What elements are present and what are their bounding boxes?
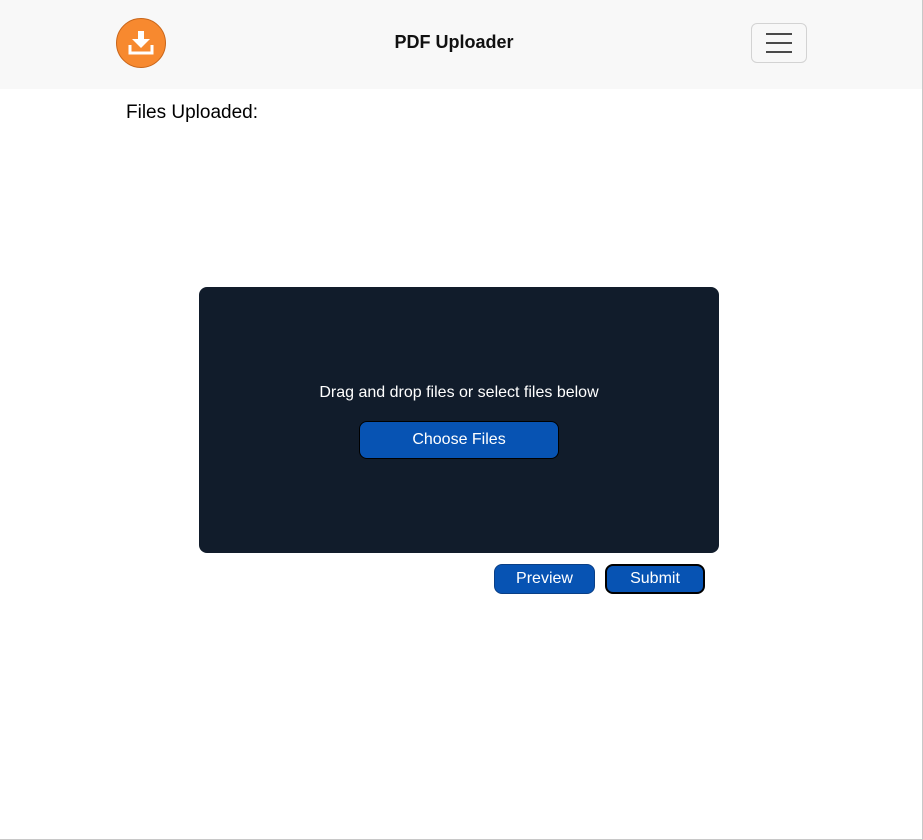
choose-files-button[interactable]: Choose Files	[359, 421, 559, 459]
submit-button[interactable]: Submit	[605, 564, 705, 594]
hamburger-menu-icon	[766, 51, 792, 53]
page: PDF Uploader Files Uploaded: Drag and dr…	[0, 0, 923, 840]
files-uploaded-heading: Files Uploaded:	[126, 102, 259, 123]
drop-instructions: Drag and drop files or select files belo…	[319, 384, 599, 401]
hamburger-menu-icon	[766, 42, 792, 44]
preview-button[interactable]: Preview	[494, 564, 595, 594]
file-drop-zone[interactable]: Drag and drop files or select files belo…	[199, 287, 719, 553]
menu-toggle-button[interactable]	[751, 23, 807, 63]
navbar: PDF Uploader	[0, 0, 922, 89]
hamburger-menu-icon	[766, 33, 792, 35]
